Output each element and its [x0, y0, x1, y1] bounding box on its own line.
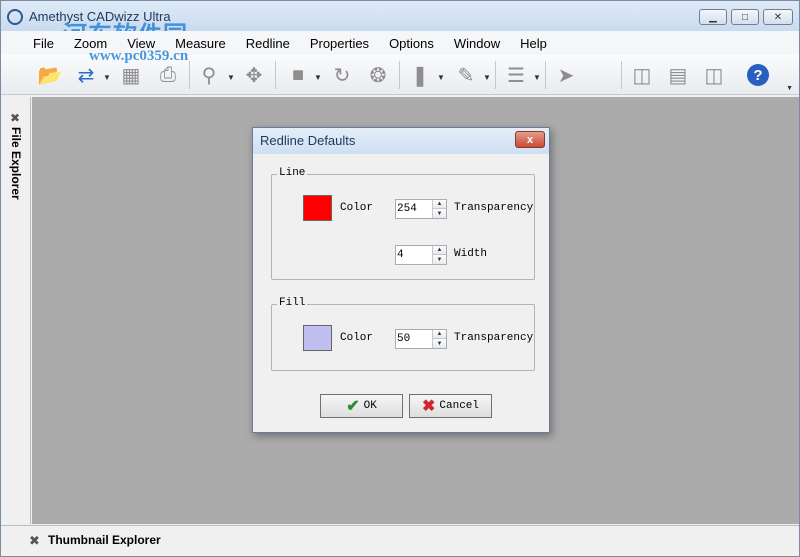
decrement-icon[interactable]: ▼: [432, 209, 446, 218]
line-transparency-stepper[interactable]: ▲ ▼: [395, 199, 447, 219]
cancel-x-icon: ✖: [421, 398, 436, 415]
pin-icon[interactable]: ✖: [10, 111, 20, 125]
increment-icon[interactable]: ▲: [432, 330, 446, 339]
measure-icon[interactable]: ❚: [405, 61, 435, 89]
ok-label: OK: [363, 400, 377, 412]
chevron-down-icon[interactable]: ▼: [227, 73, 235, 82]
fill-transparency-input[interactable]: [396, 330, 432, 348]
pan-icon[interactable]: ✥: [239, 61, 269, 89]
save-disk-icon[interactable]: ▦: [116, 61, 146, 89]
ok-button[interactable]: ✔ OK: [320, 394, 403, 418]
orbit-icon[interactable]: ❂: [363, 61, 393, 89]
toolbar-separator: [399, 61, 400, 89]
zoom-icon[interactable]: ⚲: [194, 61, 224, 89]
minimize-icon: ▁: [709, 11, 717, 23]
sync-arrows-icon[interactable]: ⇄: [71, 61, 101, 89]
line-transparency-label: Transparency: [454, 202, 534, 214]
increment-icon[interactable]: ▲: [432, 200, 446, 209]
fill-transparency-stepper[interactable]: ▲ ▼: [395, 329, 447, 349]
toolbar-separator: [545, 61, 546, 89]
layers-icon[interactable]: ☰: [501, 61, 531, 89]
caption-buttons: ▁ □ ✕: [699, 9, 793, 25]
redline-defaults-dialog: Redline Defaults x Line Color ▲ ▼ Transp…: [252, 127, 550, 433]
checkmark-icon: ✔: [346, 398, 360, 415]
print-icon[interactable]: ⎙: [153, 61, 183, 89]
cube-icon[interactable]: ■: [283, 61, 313, 89]
app-icon: [7, 9, 23, 25]
decrement-icon[interactable]: ▼: [432, 255, 446, 264]
title-bar: Amethyst CADwizz Ultra 河东软件园 ▁ □ ✕: [1, 1, 799, 49]
minimize-button[interactable]: ▁: [699, 9, 727, 25]
line-group: Line Color ▲ ▼ Transparency ▲ ▼: [271, 167, 535, 280]
window-tile-h-icon[interactable]: ▤: [663, 61, 693, 89]
close-icon: ✕: [773, 11, 783, 23]
line-width-label: Width: [454, 248, 488, 260]
chevron-down-icon[interactable]: ▼: [314, 73, 322, 82]
menu-window[interactable]: Window: [444, 36, 510, 51]
dialog-close-button[interactable]: x: [515, 131, 545, 148]
stepper-buttons: ▲ ▼: [432, 200, 446, 218]
chevron-down-icon[interactable]: ▼: [533, 73, 541, 82]
maximize-button[interactable]: □: [731, 9, 759, 25]
close-icon: x: [526, 133, 534, 146]
app-window: Amethyst CADwizz Ultra 河东软件园 ▁ □ ✕ File …: [0, 0, 800, 557]
fill-legend: Fill: [277, 297, 308, 309]
thumbnail-explorer-panel[interactable]: ✖ Thumbnail Explorer: [1, 525, 799, 556]
pointer-icon[interactable]: ➤: [551, 61, 581, 89]
menu-options[interactable]: Options: [379, 36, 444, 51]
toolbar-overflow-icon[interactable]: ▼: [786, 85, 793, 92]
stepper-buttons: ▲ ▼: [432, 246, 446, 264]
file-explorer-panel[interactable]: ✖ File Explorer: [1, 97, 31, 524]
pen-icon[interactable]: ✎: [451, 61, 481, 89]
chevron-down-icon[interactable]: ▼: [483, 73, 491, 82]
toolbar-separator: [621, 61, 622, 89]
fill-transparency-label: Transparency: [454, 332, 534, 344]
toolbar-separator: [495, 61, 496, 89]
window-cascade-icon[interactable]: ◫: [627, 61, 657, 89]
fill-group: Fill Color ▲ ▼ Transparency: [271, 297, 535, 371]
main-toolbar: www.pc0359.cn 📂 ⇄ ▼ ▦ ⎙ ⚲ ▼ ✥ ■ ▼ ↻ ❂ ❚ …: [1, 48, 799, 95]
line-color-label: Color: [340, 202, 374, 214]
increment-icon[interactable]: ▲: [432, 246, 446, 255]
dialog-title: Redline Defaults: [260, 133, 356, 148]
toolbar-separator: [189, 61, 190, 89]
line-color-swatch[interactable]: [303, 195, 332, 221]
menu-properties[interactable]: Properties: [300, 36, 379, 51]
fill-color-label: Color: [340, 332, 374, 344]
rotate-icon[interactable]: ↻: [327, 61, 357, 89]
menu-help[interactable]: Help: [510, 36, 557, 51]
line-width-input[interactable]: [396, 246, 432, 264]
menu-redline[interactable]: Redline: [236, 36, 300, 51]
cancel-label: Cancel: [439, 400, 479, 412]
maximize-icon: □: [741, 11, 749, 23]
decrement-icon[interactable]: ▼: [432, 339, 446, 348]
open-folder-icon[interactable]: 📂: [35, 61, 65, 89]
menu-file[interactable]: File: [23, 36, 64, 51]
line-transparency-input[interactable]: [396, 200, 432, 218]
close-window-button[interactable]: ✕: [763, 9, 793, 25]
help-icon[interactable]: ?: [747, 64, 769, 86]
line-legend: Line: [277, 167, 308, 179]
cancel-button[interactable]: ✖ Cancel: [409, 394, 492, 418]
stepper-buttons: ▲ ▼: [432, 330, 446, 348]
toolbar-separator: [275, 61, 276, 89]
thumbnail-explorer-tab[interactable]: Thumbnail Explorer: [48, 533, 161, 547]
file-explorer-tab[interactable]: File Explorer: [9, 127, 23, 200]
fill-color-swatch[interactable]: [303, 325, 332, 351]
line-width-stepper[interactable]: ▲ ▼: [395, 245, 447, 265]
chevron-down-icon[interactable]: ▼: [103, 73, 111, 82]
chevron-down-icon[interactable]: ▼: [437, 73, 445, 82]
pin-icon[interactable]: ✖: [29, 533, 40, 549]
dialog-body: Line Color ▲ ▼ Transparency ▲ ▼: [253, 154, 549, 432]
window-tile-v-icon[interactable]: ◫: [699, 61, 729, 89]
dialog-title-bar: Redline Defaults x: [253, 128, 549, 154]
